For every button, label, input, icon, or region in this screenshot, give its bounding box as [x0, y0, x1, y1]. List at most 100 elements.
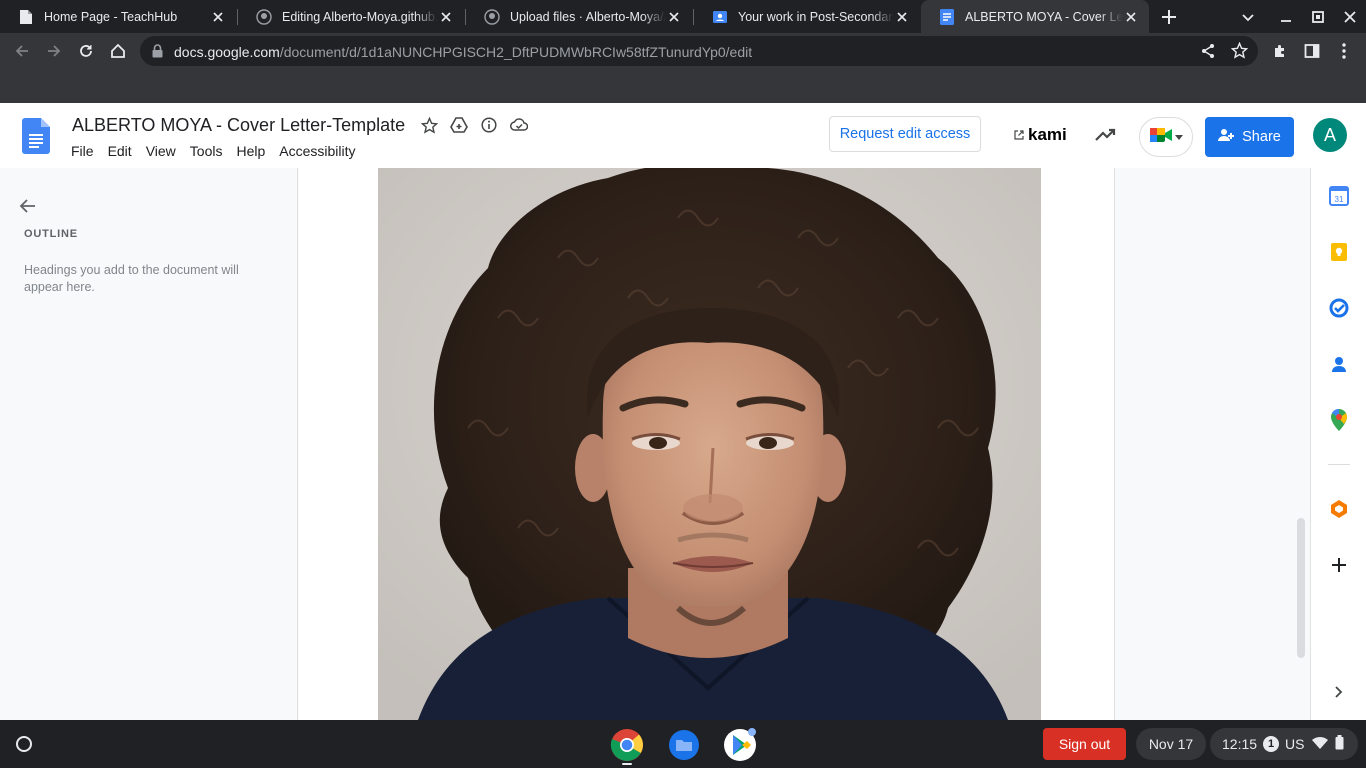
menu-file[interactable]: File — [64, 141, 101, 161]
close-icon[interactable] — [1123, 9, 1139, 25]
outline-title: OUTLINE — [24, 228, 78, 240]
meet-icon — [1149, 125, 1173, 150]
clock-time: 12:15 — [1222, 736, 1258, 752]
outline-hint: Headings you add to the document will ap… — [24, 263, 239, 294]
meet-button[interactable] — [1139, 117, 1193, 157]
share-page-icon[interactable] — [1200, 43, 1216, 64]
battery-icon — [1335, 735, 1344, 753]
docs-icon — [939, 8, 955, 25]
keyboard-layout: US — [1285, 736, 1305, 752]
tab-teachhub[interactable]: Home Page - TeachHub — [0, 0, 236, 33]
add-icon[interactable] — [1328, 554, 1350, 576]
system-shelf: Sign out Nov 17 12:15 1 US — [0, 720, 1366, 768]
close-icon[interactable] — [438, 9, 454, 25]
menu-help[interactable]: Help — [229, 141, 272, 161]
expand-icon[interactable] — [1328, 681, 1350, 703]
new-tab-icon[interactable] — [1160, 8, 1178, 26]
avatar[interactable]: A — [1313, 118, 1347, 152]
extensions-icon[interactable] — [1270, 41, 1290, 61]
tab-search-chevron-icon[interactable] — [1239, 8, 1257, 26]
document-page[interactable] — [299, 168, 1115, 720]
info-icon[interactable] — [479, 115, 499, 135]
menu-bar: File Edit View Tools Help Accessibility — [64, 141, 363, 161]
close-icon[interactable] — [210, 9, 226, 25]
outline-panel: OUTLINE Headings you add to the document… — [0, 168, 298, 720]
menu-accessibility[interactable]: Accessibility — [272, 141, 362, 161]
url-text: docs.google.com/document/d/1d1aNUNCHPGIS… — [174, 44, 752, 60]
close-window-icon[interactable] — [1341, 8, 1359, 26]
cloud-saved-icon — [509, 115, 529, 135]
notification-badge: 1 — [1263, 736, 1280, 752]
activity-trend-icon[interactable] — [1094, 125, 1118, 145]
chevron-down-icon — [1175, 128, 1183, 146]
url-path: /document/d/1d1aNUNCHPGISCH2_DftPUDMWbRC… — [279, 44, 753, 60]
contacts-icon[interactable] — [1328, 353, 1350, 375]
github-icon — [484, 8, 500, 25]
doc-page-icon — [18, 9, 34, 25]
docs-header: ALBERTO MOYA - Cover Letter-Template Fil… — [0, 103, 1366, 168]
classroom-icon — [712, 9, 728, 25]
address-bar[interactable]: docs.google.com/document/d/1d1aNUNCHPGIS… — [140, 36, 1258, 66]
share-button[interactable]: Share — [1205, 117, 1294, 157]
portrait-photo[interactable] — [378, 168, 1041, 720]
side-panel: 31 — [1310, 168, 1366, 720]
request-edit-access-button[interactable]: Request edit access — [829, 116, 981, 152]
sign-out-button[interactable]: Sign out — [1043, 728, 1126, 760]
arrow-back-icon[interactable] — [18, 196, 38, 216]
date-tray[interactable]: Nov 17 — [1136, 728, 1206, 760]
tasks-icon[interactable] — [1328, 297, 1350, 319]
forward-icon[interactable] — [44, 41, 64, 61]
close-icon[interactable] — [894, 9, 910, 25]
kami-button[interactable]: kami — [1014, 125, 1067, 145]
running-indicator — [622, 763, 632, 765]
back-icon[interactable] — [12, 41, 32, 61]
tab-title: Editing Alberto-Moya.github.io — [282, 9, 438, 24]
calendar-icon[interactable]: 31 — [1328, 185, 1350, 207]
minimize-icon[interactable] — [1277, 8, 1295, 26]
keep-icon[interactable] — [1328, 241, 1350, 263]
star-icon[interactable] — [419, 115, 439, 135]
kebab-menu-icon[interactable] — [1334, 41, 1354, 61]
wifi-icon — [1311, 736, 1329, 753]
close-icon[interactable] — [666, 9, 682, 25]
kami-label: kami — [1028, 125, 1067, 144]
url-host: docs.google.com — [174, 44, 280, 60]
tab-github-editing[interactable]: Editing Alberto-Moya.github.io — [238, 0, 464, 33]
document-title[interactable]: ALBERTO MOYA - Cover Letter-Template — [72, 115, 405, 136]
status-tray[interactable]: 12:15 1 US — [1210, 728, 1358, 760]
lock-icon[interactable] — [152, 44, 163, 63]
panel-divider — [1328, 464, 1350, 465]
menu-tools[interactable]: Tools — [183, 141, 230, 161]
tab-classroom[interactable]: Your work in Post-Secondary Planning — [694, 0, 920, 33]
tab-github-upload[interactable]: Upload files · Alberto-Moya/Alberto-Moya… — [466, 0, 692, 33]
maps-icon[interactable] — [1328, 409, 1350, 431]
files-icon[interactable] — [667, 728, 701, 762]
side-panel-icon[interactable] — [1302, 41, 1322, 61]
external-link-icon — [1014, 125, 1024, 145]
tab-google-doc[interactable]: ALBERTO MOYA - Cover Letter-Template — [921, 0, 1149, 33]
tab-title: ALBERTO MOYA - Cover Letter-Template — [965, 9, 1123, 24]
menu-edit[interactable]: Edit — [101, 141, 139, 161]
menu-view[interactable]: View — [139, 141, 183, 161]
office-icon[interactable] — [1328, 498, 1350, 520]
launcher-icon[interactable] — [8, 728, 40, 760]
share-label: Share — [1242, 129, 1281, 145]
bookmark-bar — [0, 69, 1366, 103]
vertical-scrollbar[interactable] — [1297, 518, 1305, 658]
tab-strip: Home Page - TeachHub Editing Alberto-Moy… — [0, 0, 1366, 33]
document-area: OUTLINE Headings you add to the document… — [0, 168, 1310, 720]
play-store-icon[interactable] — [723, 728, 757, 762]
reload-icon[interactable] — [76, 41, 96, 61]
move-to-drive-icon[interactable] — [449, 115, 469, 135]
browser-toolbar: docs.google.com/document/d/1d1aNUNCHPGIS… — [0, 33, 1366, 69]
tab-title: Upload files · Alberto-Moya/Alberto-Moya… — [510, 9, 666, 24]
home-icon[interactable] — [108, 41, 128, 61]
tab-title: Home Page - TeachHub — [44, 9, 178, 24]
svg-text:31: 31 — [1335, 195, 1344, 204]
chrome-icon[interactable] — [610, 728, 644, 762]
restore-icon[interactable] — [1309, 8, 1327, 26]
people-icon — [1218, 128, 1236, 146]
docs-logo-icon[interactable] — [22, 118, 50, 154]
github-icon — [256, 8, 272, 25]
bookmark-star-icon[interactable] — [1230, 41, 1249, 64]
